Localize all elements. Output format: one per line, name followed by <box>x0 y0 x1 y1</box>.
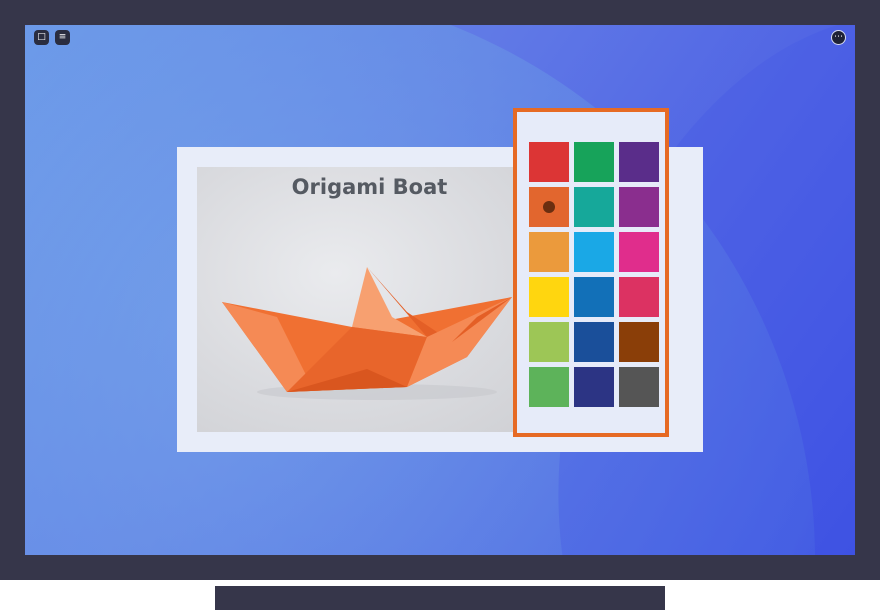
monitor-frame: □ ≡ ⋯ Origami Boat <box>0 0 880 580</box>
color-swatch[interactable] <box>529 142 569 182</box>
screen: □ ≡ ⋯ Origami Boat <box>25 25 855 555</box>
swatch-grid <box>529 142 659 407</box>
color-swatch[interactable] <box>529 277 569 317</box>
notes-icon[interactable]: ≡ <box>55 30 70 45</box>
color-swatch[interactable] <box>574 142 614 182</box>
more-options-icon[interactable]: ⋯ <box>831 30 846 45</box>
color-swatch[interactable] <box>619 187 659 227</box>
color-palette <box>513 108 669 437</box>
monitor-stand <box>215 586 665 610</box>
color-swatch[interactable] <box>619 277 659 317</box>
color-swatch[interactable] <box>529 187 569 227</box>
color-swatch[interactable] <box>574 367 614 407</box>
boat-photo: Origami Boat <box>197 167 542 432</box>
color-swatch[interactable] <box>574 322 614 362</box>
card-title: Origami Boat <box>291 175 448 199</box>
color-swatch[interactable] <box>529 322 569 362</box>
color-swatch[interactable] <box>574 187 614 227</box>
color-swatch[interactable] <box>529 232 569 272</box>
color-swatch[interactable] <box>574 277 614 317</box>
app-icon[interactable]: □ <box>34 30 49 45</box>
origami-boat-image <box>222 267 512 400</box>
color-swatch[interactable] <box>619 142 659 182</box>
color-swatch[interactable] <box>619 367 659 407</box>
color-swatch[interactable] <box>619 232 659 272</box>
selected-indicator <box>543 201 555 213</box>
color-swatch[interactable] <box>529 367 569 407</box>
color-swatch[interactable] <box>619 322 659 362</box>
color-swatch[interactable] <box>574 232 614 272</box>
